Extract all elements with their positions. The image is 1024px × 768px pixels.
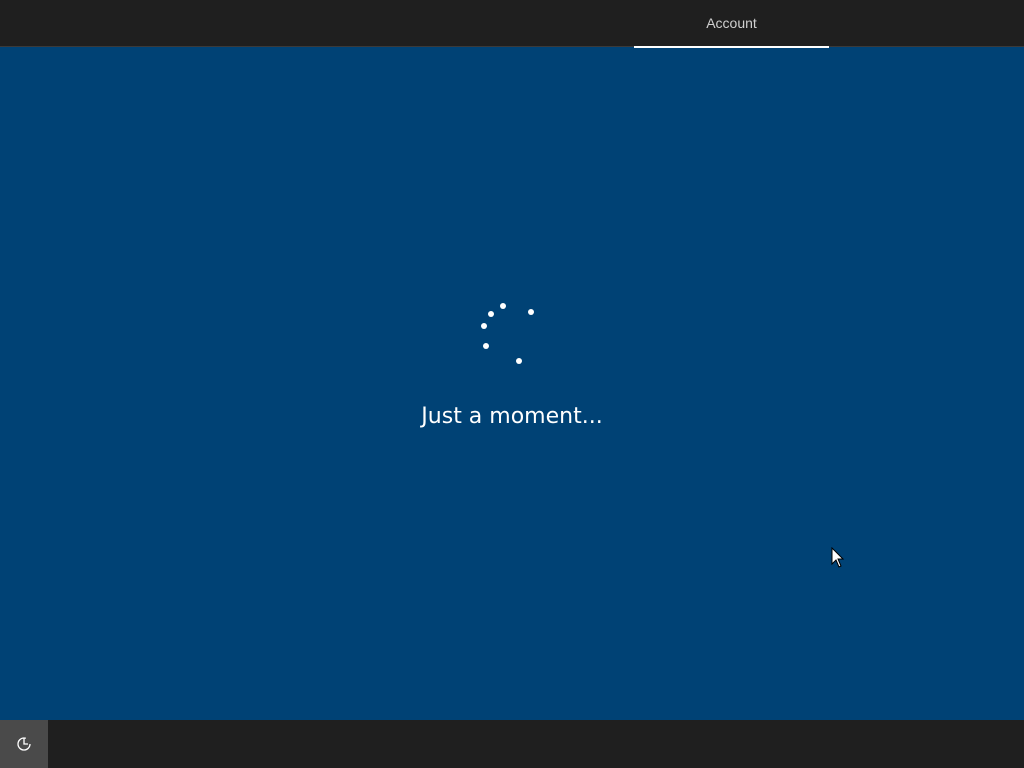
spinner-dot — [481, 323, 487, 329]
mouse-pointer-icon — [831, 547, 845, 568]
oobe-screen: Account Just a moment... — [0, 0, 1024, 768]
loading-spinner — [481, 303, 534, 364]
top-bar: Account — [0, 0, 1024, 48]
tab-account-label: Account — [706, 15, 757, 31]
spinner-dot — [488, 311, 494, 317]
spinner-dot — [500, 303, 506, 309]
spinner-dot — [528, 309, 534, 315]
ease-of-access-icon — [17, 737, 31, 751]
ease-of-access-button[interactable] — [0, 720, 48, 768]
status-message: Just a moment... — [421, 404, 603, 429]
tab-selected-indicator — [634, 46, 829, 48]
tab-account: Account — [634, 0, 829, 48]
spinner-dot — [483, 343, 489, 349]
bottom-bar — [0, 720, 1024, 768]
spinner-dot — [516, 358, 522, 364]
